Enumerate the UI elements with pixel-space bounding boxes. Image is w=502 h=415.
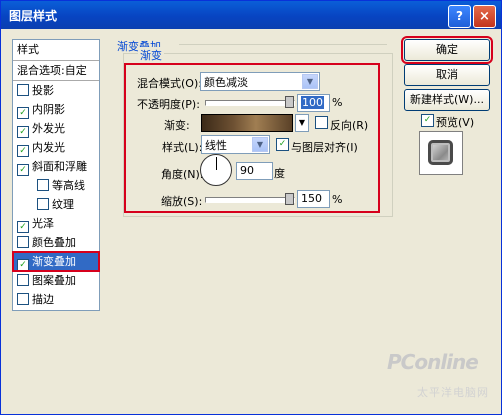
blend-mode-select[interactable]: 颜色减淡 ▼ <box>200 72 320 91</box>
opacity-label: 不透明度(P): <box>137 98 200 111</box>
style-item-label: 光泽 <box>32 217 54 230</box>
style-item-checkbox[interactable]: ✓ <box>17 164 29 176</box>
angle-dial[interactable] <box>200 154 232 186</box>
style-item-checkbox[interactable]: ✓ <box>17 126 29 138</box>
gradient-label: 渐变: <box>164 119 190 132</box>
watermark-brand: PConline <box>387 350 479 374</box>
window-title: 图层样式 <box>9 9 58 23</box>
style-item-label: 内发光 <box>32 141 65 154</box>
style-item-label: 等高线 <box>52 179 85 192</box>
style-select[interactable]: 线性 ▼ <box>201 135 270 154</box>
style-item-checkbox[interactable]: ✓ <box>17 107 29 119</box>
style-preview-thumbnail <box>419 131 463 175</box>
help-button[interactable]: ? <box>448 5 471 28</box>
align-label: 与图层对齐(I) <box>291 141 358 154</box>
style-item-checkbox[interactable] <box>17 293 29 305</box>
align-checkbox[interactable]: ✓ <box>276 138 289 151</box>
style-item-checkbox[interactable] <box>17 274 29 286</box>
styles-list-header[interactable]: 样式 <box>13 40 99 61</box>
watermark-sub: 太平洋电脑网 <box>417 386 489 399</box>
angle-unit: 度 <box>274 167 285 180</box>
style-item-checkbox[interactable] <box>17 236 29 248</box>
angle-input[interactable]: 90 <box>236 162 273 180</box>
chevron-down-icon: ▼ <box>302 74 318 89</box>
scale-input[interactable]: 150 <box>297 190 330 208</box>
layer-style-dialog: 图层样式 ? × 样式 混合选项:自定 投影 ✓ 内阴影 ✓ 外发光 ✓ 内发光 ✓ 斜面和浮雕… <box>0 0 502 415</box>
opacity-value: 100 <box>301 96 324 109</box>
style-item-checkbox[interactable]: ✓ <box>17 145 29 157</box>
style-item[interactable]: ✓ 内阴影 <box>13 100 99 119</box>
blend-mode-value: 颜色减淡 <box>204 76 248 89</box>
scale-unit: % <box>332 193 343 206</box>
style-item[interactable]: ✓ 内发光 <box>13 138 99 157</box>
scale-label: 缩放(S): <box>161 195 203 208</box>
blend-options-item[interactable]: 混合选项:自定 <box>13 61 99 81</box>
style-item[interactable]: 图案叠加 <box>13 271 99 290</box>
opacity-input[interactable]: 100 <box>297 94 330 112</box>
gradient-picker-arrow-icon[interactable]: ▼ <box>295 114 309 132</box>
style-label: 样式(L): <box>162 141 203 154</box>
style-item[interactable]: 等高线 <box>13 176 99 195</box>
close-button[interactable]: × <box>473 5 496 28</box>
opacity-slider[interactable] <box>205 96 295 108</box>
style-item-label: 斜面和浮雕 <box>32 160 87 173</box>
gradient-swatch[interactable] <box>201 114 293 132</box>
style-item-label: 渐变叠加 <box>32 255 76 268</box>
style-item[interactable]: ✓ 渐变叠加 <box>12 251 100 272</box>
styles-list: 样式 混合选项:自定 投影 ✓ 内阴影 ✓ 外发光 ✓ 内发光 ✓ 斜面和浮雕 等高线 纹理 ✓ 光泽颜… <box>12 39 100 311</box>
scale-slider-thumb[interactable] <box>285 193 294 205</box>
preview-checkbox[interactable]: ✓ <box>421 114 434 127</box>
style-item-label: 颜色叠加 <box>32 236 76 249</box>
style-item-checkbox[interactable] <box>17 84 29 96</box>
opacity-slider-thumb[interactable] <box>285 96 294 108</box>
preview-swatch <box>428 140 453 165</box>
style-item[interactable]: 纹理 <box>13 195 99 214</box>
new-style-button[interactable]: 新建样式(W)... <box>404 89 490 111</box>
style-item[interactable]: 颜色叠加 <box>13 233 99 252</box>
style-item-label: 投影 <box>32 84 54 97</box>
preview-label: 预览(V) <box>436 116 475 129</box>
opacity-unit: % <box>332 96 343 109</box>
style-item-checkbox[interactable] <box>37 179 49 191</box>
reverse-label: 反向(R) <box>330 119 369 132</box>
style-item[interactable]: ✓ 斜面和浮雕 <box>13 157 99 176</box>
style-item[interactable]: ✓ 外发光 <box>13 119 99 138</box>
cancel-button[interactable]: 取消 <box>404 64 490 86</box>
angle-dial-hand <box>216 157 217 170</box>
chevron-down-icon: ▼ <box>252 137 268 152</box>
style-item-label: 描边 <box>32 293 54 306</box>
style-item-label: 内阴影 <box>32 103 65 116</box>
title-bar[interactable]: 图层样式 ? × <box>1 1 501 29</box>
style-value: 线性 <box>205 139 227 152</box>
style-item[interactable]: 描边 <box>13 290 99 309</box>
group-title: 渐变 <box>138 47 164 63</box>
style-item-label: 外发光 <box>32 122 65 135</box>
blend-mode-label: 混合模式(O): <box>137 77 202 90</box>
style-item[interactable]: ✓ 光泽 <box>13 214 99 233</box>
angle-label: 角度(N): <box>161 168 204 181</box>
style-item-checkbox[interactable]: ✓ <box>17 221 29 233</box>
style-item-label: 纹理 <box>52 198 74 211</box>
style-item-label: 图案叠加 <box>32 274 76 287</box>
section-divider <box>179 44 387 45</box>
reverse-checkbox[interactable] <box>315 116 328 129</box>
style-item[interactable]: 投影 <box>13 81 99 100</box>
ok-button[interactable]: 确定 <box>401 36 493 64</box>
scale-slider[interactable] <box>205 193 295 205</box>
style-item-checkbox[interactable] <box>37 198 49 210</box>
style-item-checkbox[interactable]: ✓ <box>17 259 29 271</box>
